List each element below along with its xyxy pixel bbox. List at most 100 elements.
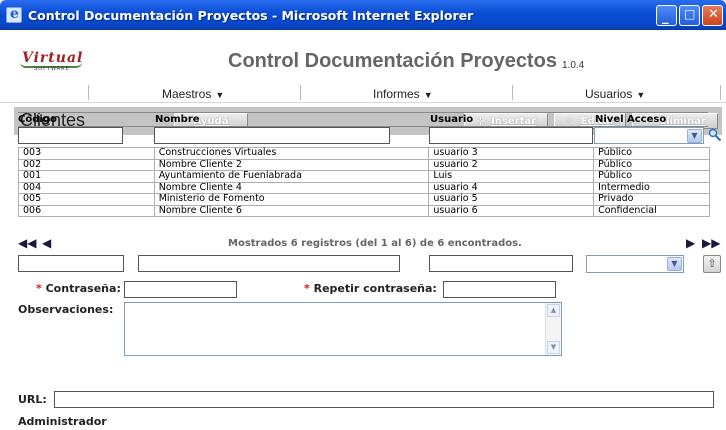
chevron-down-icon: ▼ xyxy=(687,129,702,143)
clients-table: 003 Construcciones Virtuales usuario 3 P… xyxy=(18,147,710,217)
column-header-codigo[interactable]: Código xyxy=(18,114,57,125)
minimize-button[interactable]: _ xyxy=(656,5,677,26)
menu-label: Informes xyxy=(373,87,420,101)
cell-usuario: usuario 4 xyxy=(428,181,595,194)
cell-nivel-acceso: Confidencial xyxy=(593,204,710,217)
observations-textarea[interactable]: ▲ ▼ xyxy=(124,302,562,356)
password-input[interactable] xyxy=(124,281,237,298)
first-page-icon[interactable]: ◀◀ xyxy=(18,236,36,250)
upload-button[interactable]: ⇧ xyxy=(703,255,721,273)
edit-nivel-acceso-select[interactable]: ▼ xyxy=(586,255,684,273)
menu-separator xyxy=(512,85,513,100)
window-title: Control Documentación Proyectos - Micros… xyxy=(28,7,474,23)
cell-nombre: Construcciones Virtuales xyxy=(153,147,430,160)
textarea-scrollbar[interactable]: ▲ ▼ xyxy=(545,303,561,355)
previous-page-icon[interactable]: ◀ xyxy=(42,236,51,250)
column-header-nombre[interactable]: Nombre xyxy=(155,114,200,125)
required-mark: * xyxy=(36,282,42,295)
url-label: URL: xyxy=(18,393,47,406)
cell-codigo: 003 xyxy=(18,147,155,160)
main-menu: Maestros ▼ Informes ▼ Usuarios ▼ xyxy=(0,83,726,103)
pager-info: Mostrados 6 registros (del 1 al 6) de 6 … xyxy=(228,238,522,249)
next-page-icon[interactable]: ▶ xyxy=(686,236,695,250)
menu-informes[interactable]: Informes ▼ xyxy=(373,87,433,101)
cell-codigo: 004 xyxy=(18,181,155,194)
filter-usuario-input[interactable] xyxy=(429,127,593,144)
grid-header: Código Nombre Usuario Nivel Acceso xyxy=(18,112,708,126)
column-header-nivel-acceso[interactable]: Nivel Acceso xyxy=(595,114,666,125)
required-mark: * xyxy=(304,282,310,295)
filter-nivel-acceso-select[interactable]: ▼ xyxy=(594,127,704,144)
cell-usuario: usuario 5 xyxy=(428,193,595,206)
chevron-down-icon: ▼ xyxy=(667,257,682,271)
table-row[interactable]: 005 Ministerio de Fomento usuario 5 Priv… xyxy=(18,193,710,206)
cell-codigo: 002 xyxy=(18,158,155,171)
minimize-icon: _ xyxy=(662,10,669,25)
menu-label: Maestros xyxy=(162,87,212,101)
cell-usuario: usuario 3 xyxy=(428,147,595,160)
cell-nivel-acceso: Intermedio xyxy=(593,181,710,194)
table-row[interactable]: 003 Construcciones Virtuales usuario 3 P… xyxy=(18,147,710,160)
password-label-text: Contraseña: xyxy=(45,282,121,295)
cell-nivel-acceso: Público xyxy=(593,170,710,183)
cell-usuario: usuario 6 xyxy=(428,204,595,217)
cell-usuario: Luis xyxy=(428,170,595,183)
edit-codigo-input[interactable] xyxy=(18,255,124,272)
observations-label: Observaciones: xyxy=(18,303,114,316)
cell-nombre: Nombre Cliente 4 xyxy=(153,181,430,194)
menu-label: Usuarios xyxy=(585,87,633,101)
caret-down-icon: ▼ xyxy=(215,90,225,100)
column-header-usuario[interactable]: Usuario xyxy=(430,114,473,125)
internet-explorer-icon xyxy=(6,6,22,23)
cell-nombre: Ministerio de Fomento xyxy=(153,193,430,206)
cell-nombre: Nombre Cliente 6 xyxy=(153,204,430,217)
cell-nivel-acceso: Público xyxy=(593,147,710,160)
edit-usuario-input[interactable] xyxy=(429,255,573,272)
filter-codigo-input[interactable] xyxy=(18,127,123,144)
cell-usuario: usuario 2 xyxy=(428,158,595,171)
grid-pager: ◀◀ ◀ Mostrados 6 registros (del 1 al 6) … xyxy=(18,236,722,252)
footer-administrador: Administrador xyxy=(18,415,107,428)
scroll-down-icon[interactable]: ▼ xyxy=(547,341,560,354)
menu-separator xyxy=(300,85,301,100)
close-icon: ✕ xyxy=(708,7,719,22)
cell-nombre: Ayuntamiento de Fuenlabrada xyxy=(153,170,430,183)
menu-separator xyxy=(720,85,721,100)
caret-down-icon: ▼ xyxy=(423,90,433,100)
cell-nivel-acceso: Público xyxy=(593,158,710,171)
app-version: 1.0.4 xyxy=(562,60,585,71)
last-page-icon[interactable]: ▶▶ xyxy=(702,236,720,250)
filter-nombre-input[interactable] xyxy=(154,127,390,144)
upload-icon: ⇧ xyxy=(707,257,717,270)
cell-nombre: Nombre Cliente 2 xyxy=(153,158,430,171)
edit-nombre-input[interactable] xyxy=(138,255,400,272)
virtual-software-logo: Virtual SOFTWARE xyxy=(20,50,84,74)
scroll-up-icon[interactable]: ▲ xyxy=(547,304,560,317)
search-icon[interactable] xyxy=(708,128,722,142)
table-row[interactable]: 002 Nombre Cliente 2 usuario 2 Público xyxy=(18,158,710,171)
close-button[interactable]: ✕ xyxy=(702,5,723,26)
table-row[interactable]: 004 Nombre Cliente 4 usuario 4 Intermedi… xyxy=(18,181,710,194)
repeat-password-label: * Repetir contraseña: xyxy=(304,282,437,295)
caret-down-icon: ▼ xyxy=(636,90,646,100)
logo-subtext: SOFTWARE xyxy=(34,66,70,72)
repeat-password-label-text: Repetir contraseña: xyxy=(313,282,437,295)
menu-usuarios[interactable]: Usuarios ▼ xyxy=(585,87,645,101)
menu-separator xyxy=(88,85,89,100)
repeat-password-input[interactable] xyxy=(443,281,556,298)
cell-codigo: 001 xyxy=(18,170,155,183)
maximize-button[interactable]: □ xyxy=(679,5,700,26)
page-content: Virtual SOFTWARE Control Documentación P… xyxy=(0,30,726,430)
table-row[interactable]: 006 Nombre Cliente 6 usuario 6 Confidenc… xyxy=(18,204,710,217)
logo-text: Virtual xyxy=(22,50,84,66)
cell-codigo: 005 xyxy=(18,193,155,206)
url-input[interactable] xyxy=(54,391,714,408)
cell-codigo: 006 xyxy=(18,204,155,217)
table-row[interactable]: 001 Ayuntamiento de Fuenlabrada Luis Púb… xyxy=(18,170,710,183)
password-label: * Contraseña: xyxy=(36,282,121,295)
app-title: Control Documentación Proyectos xyxy=(228,50,557,72)
window-titlebar: Control Documentación Proyectos - Micros… xyxy=(0,0,726,30)
menu-maestros[interactable]: Maestros ▼ xyxy=(162,87,224,101)
window-controls: _ □ ✕ xyxy=(656,5,723,26)
cell-nivel-acceso: Privado xyxy=(593,193,710,206)
